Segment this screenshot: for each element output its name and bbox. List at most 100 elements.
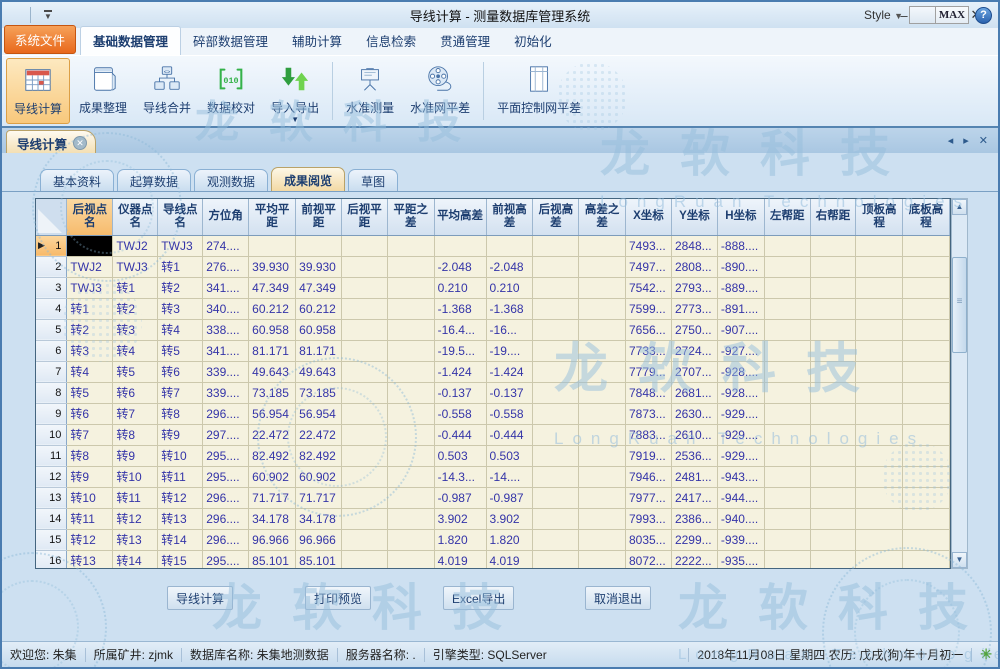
cell[interactable]: 转4 — [158, 319, 203, 340]
cell[interactable]: 7779... — [625, 361, 671, 382]
ribbon-button-4[interactable]: 010数据校对 — [200, 58, 262, 124]
cell[interactable]: 274.... — [203, 235, 249, 256]
cell[interactable]: 56.954 — [249, 403, 296, 424]
cell[interactable] — [579, 340, 626, 361]
cell[interactable] — [387, 277, 434, 298]
cell[interactable]: 转9 — [158, 424, 203, 445]
column-header[interactable]: 右帮距 — [810, 199, 856, 235]
cell[interactable] — [342, 466, 388, 487]
cell[interactable]: 转12 — [67, 529, 113, 550]
cell[interactable]: 转14 — [158, 529, 203, 550]
cell[interactable]: 转7 — [67, 424, 113, 445]
column-header[interactable]: 高差之差 — [579, 199, 626, 235]
cell[interactable]: 7993... — [625, 508, 671, 529]
cell[interactable]: 47.349 — [296, 277, 342, 298]
cell[interactable] — [533, 508, 579, 529]
cell[interactable]: 96.966 — [296, 529, 342, 550]
cell[interactable]: 341.... — [203, 340, 249, 361]
cell[interactable] — [810, 529, 856, 550]
cell[interactable]: -16.4... — [434, 319, 486, 340]
cell[interactable] — [387, 319, 434, 340]
cell[interactable]: 转13 — [158, 508, 203, 529]
cell[interactable]: 转5 — [158, 340, 203, 361]
cell[interactable]: -927.... — [717, 340, 764, 361]
cell[interactable]: -891.... — [717, 298, 764, 319]
cell[interactable]: -928.... — [717, 361, 764, 382]
cell[interactable]: TWJ2 — [67, 256, 113, 277]
cell[interactable]: 0.210 — [486, 277, 533, 298]
column-header[interactable]: 左帮距 — [764, 199, 810, 235]
cell[interactable] — [387, 235, 434, 256]
cell[interactable]: 1.820 — [486, 529, 533, 550]
column-header[interactable]: H坐标 — [717, 199, 764, 235]
cell[interactable]: 转12 — [158, 487, 203, 508]
ribbon-tab-2[interactable]: 基础数据管理 — [80, 26, 181, 55]
cell[interactable] — [342, 340, 388, 361]
cell[interactable] — [856, 508, 903, 529]
cell[interactable]: -944.... — [717, 487, 764, 508]
subtab-3[interactable]: 观测数据 — [194, 169, 268, 191]
cell[interactable]: 7599... — [625, 298, 671, 319]
cell[interactable] — [856, 487, 903, 508]
cell[interactable]: 4.019 — [434, 550, 486, 569]
ribbon-button-5[interactable]: 导入导出▼ — [264, 58, 326, 124]
cell[interactable] — [903, 340, 950, 361]
cell[interactable]: 339.... — [203, 382, 249, 403]
cell[interactable] — [903, 298, 950, 319]
skin-max-option[interactable]: MAX — [936, 7, 968, 23]
cell[interactable] — [342, 403, 388, 424]
cell[interactable]: TWJ3 — [113, 256, 158, 277]
ribbon-tab-6[interactable]: 贯通管理 — [428, 27, 502, 55]
cell[interactable] — [533, 382, 579, 403]
footer-button-2[interactable]: 打印预览 — [305, 586, 371, 610]
subtab-5[interactable]: 草图 — [348, 169, 398, 191]
subtab-1[interactable]: 基本资料 — [40, 169, 114, 191]
cell[interactable]: 81.171 — [296, 340, 342, 361]
cell[interactable] — [903, 403, 950, 424]
cell[interactable] — [342, 445, 388, 466]
cell[interactable] — [764, 487, 810, 508]
scroll-tabs-left-icon[interactable]: ◂ — [948, 134, 954, 147]
cell[interactable]: 2707... — [671, 361, 717, 382]
cell[interactable]: 56.954 — [296, 403, 342, 424]
ribbon-tab-4[interactable]: 辅助计算 — [280, 27, 354, 55]
cell[interactable] — [856, 340, 903, 361]
subtab-2[interactable]: 起算数据 — [117, 169, 191, 191]
cell[interactable] — [342, 256, 388, 277]
cell[interactable]: -890.... — [717, 256, 764, 277]
cell[interactable]: -1.424 — [486, 361, 533, 382]
cell[interactable]: TWJ3 — [158, 235, 203, 256]
cell[interactable] — [764, 319, 810, 340]
cell[interactable]: -16... — [486, 319, 533, 340]
column-header[interactable]: 后视高差 — [533, 199, 579, 235]
cell[interactable] — [579, 235, 626, 256]
cell[interactable] — [903, 277, 950, 298]
cell[interactable] — [486, 235, 533, 256]
row-header[interactable]: 15 — [36, 529, 67, 550]
footer-button-1[interactable]: 导线计算 — [167, 586, 233, 610]
cell[interactable]: -0.987 — [434, 487, 486, 508]
cell[interactable]: 转9 — [67, 466, 113, 487]
vertical-scrollbar[interactable]: ▲ ▼ — [951, 198, 968, 569]
cell[interactable]: 73.185 — [296, 382, 342, 403]
cell[interactable]: 2793... — [671, 277, 717, 298]
cell[interactable] — [342, 235, 388, 256]
cell[interactable]: -943.... — [717, 466, 764, 487]
cell[interactable] — [342, 361, 388, 382]
cell[interactable]: 转9 — [113, 445, 158, 466]
cell[interactable] — [533, 298, 579, 319]
cell[interactable]: 7493... — [625, 235, 671, 256]
cell[interactable]: 47.349 — [249, 277, 296, 298]
cell[interactable]: 3.902 — [486, 508, 533, 529]
cell[interactable]: 339.... — [203, 361, 249, 382]
cell[interactable] — [903, 487, 950, 508]
cell[interactable]: 2386... — [671, 508, 717, 529]
cell[interactable]: 转11 — [158, 466, 203, 487]
cell[interactable] — [249, 235, 296, 256]
cell[interactable] — [579, 550, 626, 569]
footer-button-3[interactable]: Excel导出 — [443, 586, 514, 610]
cell[interactable]: 60.212 — [296, 298, 342, 319]
cell[interactable]: 60.212 — [249, 298, 296, 319]
cell[interactable]: -0.987 — [486, 487, 533, 508]
scroll-down-icon[interactable]: ▼ — [952, 552, 967, 568]
